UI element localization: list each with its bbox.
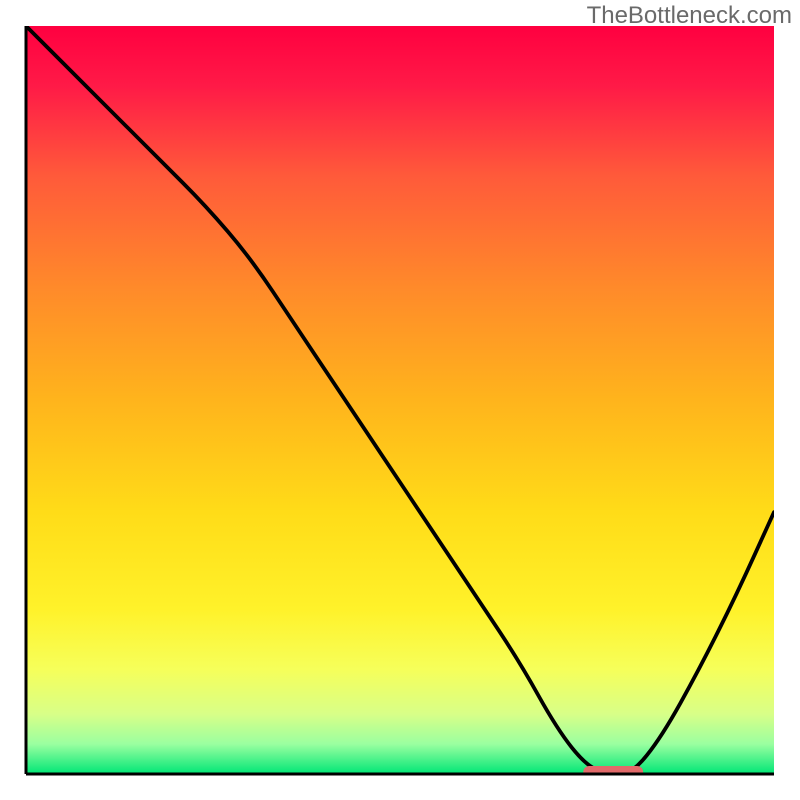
chart-frame: TheBottleneck.com — [0, 0, 800, 800]
watermark-text: TheBottleneck.com — [587, 2, 792, 30]
optimum-marker — [583, 766, 643, 778]
plot-svg — [0, 0, 800, 800]
